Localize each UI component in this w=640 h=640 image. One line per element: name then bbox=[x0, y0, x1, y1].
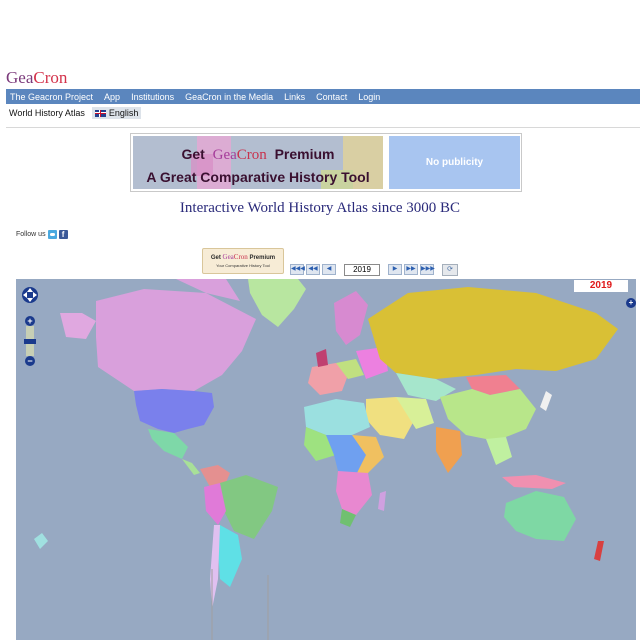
last-year-button[interactable]: ▶▶▶ bbox=[420, 264, 435, 275]
region-southern-africa[interactable] bbox=[336, 471, 372, 515]
region-north-africa[interactable] bbox=[304, 399, 370, 435]
region-southeast-asia[interactable] bbox=[486, 437, 512, 465]
map-navigation-control: + − bbox=[21, 286, 39, 366]
premium-banner: Get GeaCron Premium A Great Comparative … bbox=[130, 133, 522, 192]
nav-links[interactable]: Links bbox=[284, 92, 305, 102]
map-year-label: 2019 bbox=[574, 280, 628, 292]
page: GeaCron The Geacron Project App Institut… bbox=[0, 0, 640, 640]
geacron-logo[interactable]: GeaCron bbox=[6, 68, 67, 88]
first-year-button[interactable]: ◀◀◀ bbox=[290, 264, 305, 275]
zoom-in-button[interactable]: + bbox=[25, 316, 35, 326]
banner-tagline: A Great Comparative History Tool bbox=[146, 169, 370, 185]
divider bbox=[6, 127, 640, 128]
nav-login[interactable]: Login bbox=[358, 92, 380, 102]
nav-institutions[interactable]: Institutions bbox=[131, 92, 174, 102]
logo-gea: Gea bbox=[6, 68, 34, 87]
year-input[interactable]: 2019 bbox=[344, 263, 380, 276]
region-india[interactable] bbox=[436, 427, 462, 473]
forward-button[interactable]: ▶ bbox=[388, 264, 402, 275]
nav-geacron-project[interactable]: The Geacron Project bbox=[10, 92, 93, 102]
nav-geacron-media[interactable]: GeaCron in the Media bbox=[185, 92, 273, 102]
region-canada[interactable] bbox=[96, 289, 256, 391]
page-headline: Interactive World History Atlas since 30… bbox=[179, 200, 461, 216]
region-alaska[interactable] bbox=[60, 313, 96, 339]
uk-flag-icon bbox=[94, 109, 106, 117]
nav-contact[interactable]: Contact bbox=[316, 92, 347, 102]
region-falklands[interactable] bbox=[34, 533, 48, 549]
layer-switcher-button[interactable]: + bbox=[626, 298, 636, 308]
twitter-icon[interactable] bbox=[47, 230, 57, 239]
region-indonesia[interactable] bbox=[502, 475, 566, 489]
region-japan[interactable] bbox=[540, 391, 552, 411]
region-russia[interactable] bbox=[368, 287, 618, 379]
premium-banner-ad[interactable]: Get GeaCron Premium A Great Comparative … bbox=[133, 136, 383, 189]
region-central-america[interactable] bbox=[182, 459, 200, 475]
facebook-icon[interactable]: f bbox=[58, 230, 68, 239]
nav-app[interactable]: App bbox=[104, 92, 120, 102]
timeline-controls: ◀◀◀ ◀◀ ◀ 2019 ▶ ▶▶ ▶▶▶ ⟳ bbox=[290, 263, 458, 276]
follow-us: Follow us f bbox=[16, 230, 68, 239]
region-greenland[interactable] bbox=[248, 279, 306, 327]
zoom-out-button[interactable]: − bbox=[25, 356, 35, 366]
region-brazil[interactable] bbox=[220, 475, 278, 539]
no-publicity-box: No publicity bbox=[389, 136, 520, 189]
pan-arrows-icon[interactable] bbox=[21, 286, 39, 304]
region-scandinavia[interactable] bbox=[334, 291, 368, 345]
world-map[interactable]: 2019 + − + bbox=[16, 279, 636, 640]
region-usa[interactable] bbox=[134, 389, 214, 433]
region-new-zealand[interactable] bbox=[594, 541, 604, 561]
logo-cron: Cron bbox=[33, 68, 68, 87]
world-map-canvas[interactable] bbox=[16, 279, 636, 640]
back-button[interactable]: ◀ bbox=[322, 264, 336, 275]
premium-button-subtitle: Your Comparative History Tool bbox=[216, 263, 270, 268]
fast-back-button[interactable]: ◀◀ bbox=[306, 264, 320, 275]
zoom-slider-handle[interactable] bbox=[24, 339, 36, 344]
premium-button-title: Get GeaCron Premium bbox=[210, 253, 276, 261]
fast-forward-button[interactable]: ▶▶ bbox=[404, 264, 418, 275]
region-argentina[interactable] bbox=[218, 525, 242, 587]
language-label: English bbox=[108, 108, 139, 118]
region-madagascar[interactable] bbox=[378, 491, 386, 511]
refresh-button[interactable]: ⟳ bbox=[442, 263, 458, 276]
follow-label: Follow us bbox=[16, 231, 46, 238]
top-navigation: The Geacron Project App Institutions Gea… bbox=[6, 89, 640, 104]
region-mexico[interactable] bbox=[148, 429, 188, 459]
sub-navigation: World History Atlas English bbox=[6, 106, 145, 120]
language-selector[interactable]: English bbox=[91, 107, 142, 119]
get-premium-button[interactable]: Get GeaCron Premium Your Comparative His… bbox=[202, 248, 284, 274]
region-uk[interactable] bbox=[316, 349, 328, 367]
banner-headline: Get GeaCron Premium bbox=[181, 146, 335, 163]
world-history-atlas-link[interactable]: World History Atlas bbox=[6, 107, 88, 119]
region-australia[interactable] bbox=[504, 491, 576, 541]
